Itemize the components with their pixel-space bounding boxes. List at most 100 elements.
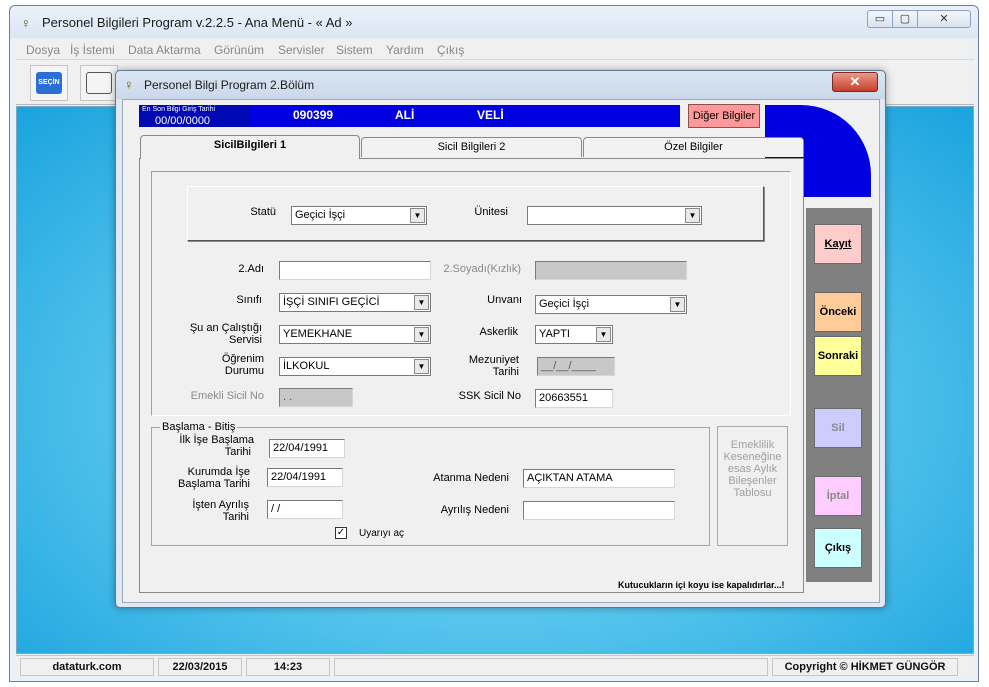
menu-gorunum[interactable]: Görünüm: [214, 43, 264, 57]
unvan-value: Geçici İşçi: [539, 298, 590, 310]
ayrilis-nedeni-label: Ayrılış Nedeni: [440, 504, 509, 516]
uyari-label: Uyarıyı aç: [359, 528, 405, 539]
status-date: 22/03/2015: [158, 658, 242, 676]
servis-label-line1: Şu an Çalıştığı: [189, 322, 262, 334]
dialog-title: Personel Bilgi Program 2.Bölüm: [144, 78, 315, 92]
statusbar: dataturk.com 22/03/2015 14:23 Copyright …: [16, 655, 974, 677]
menu-is-istemi[interactable]: İş İstemi: [70, 43, 115, 57]
ilk-ise-label-line1: İlk İşe Başlama: [179, 434, 254, 446]
dialog-lamp-icon: ♀: [124, 77, 134, 92]
last-entry-date: 00/00/0000: [155, 115, 211, 127]
ssk-sicil-label: SSK Sicil No: [458, 390, 521, 402]
ayrilis-nedeni-input[interactable]: [523, 501, 675, 520]
emeklilik-line-1: Emeklilik: [730, 439, 775, 451]
askerlik-label: Askerlik: [479, 326, 518, 338]
statu-select[interactable]: Geçici İşçi ▼: [291, 206, 427, 225]
status-time: 14:23: [246, 658, 330, 676]
iptal-button[interactable]: İptal: [814, 476, 862, 516]
atanma-input[interactable]: AÇIKTAN ATAMA: [523, 469, 675, 488]
emeklilik-line-5: Tablosu: [733, 487, 772, 499]
status-empty: [334, 658, 768, 676]
status-copyright: Copyright © HİKMET GÜNGÖR: [772, 658, 958, 676]
tab-sicil-bilgileri-1[interactable]: SicilBilgileri 1: [140, 135, 360, 159]
unvan-select[interactable]: Geçici İşçi ▼: [535, 295, 687, 314]
chevron-down-icon[interactable]: ▼: [596, 327, 611, 342]
askerlik-value: YAPTI: [539, 328, 570, 340]
sinif-value: İŞÇİ SINIFI GEÇİCİ: [283, 296, 380, 308]
dialog-close-button[interactable]: ✕: [832, 72, 878, 92]
ayrilis-label-line1: İşten Ayrılış: [192, 499, 249, 511]
cikis-button[interactable]: Çıkış: [814, 528, 862, 568]
emeklilik-line-2: Keseneğine: [723, 451, 782, 463]
unite-label: Ünitesi: [474, 206, 508, 218]
servis-label-line2: Servisi: [228, 334, 262, 346]
select-icon: SEÇİN: [36, 72, 62, 94]
chevron-down-icon[interactable]: ▼: [414, 327, 429, 342]
ogrenim-select[interactable]: İLKOKUL ▼: [279, 357, 431, 376]
app-lamp-icon: ♀: [20, 15, 32, 31]
chevron-down-icon[interactable]: ▼: [670, 297, 685, 312]
ayrilis-input[interactable]: / /: [267, 500, 343, 519]
status-site: dataturk.com: [20, 658, 154, 676]
kayit-button[interactable]: Kayıt: [814, 224, 862, 264]
soyad2-input: [535, 261, 687, 280]
sil-button[interactable]: Sil: [814, 408, 862, 448]
ssk-sicil-input[interactable]: 20663551: [535, 389, 613, 408]
uyari-checkbox[interactable]: ✓: [335, 527, 347, 539]
ad2-input[interactable]: [279, 261, 431, 280]
main-titlebar[interactable]: ♀ Personel Bilgileri Program v.2.2.5 - A…: [10, 6, 978, 38]
askerlik-select[interactable]: YAPTI ▼: [535, 325, 613, 344]
menu-sistem[interactable]: Sistem: [336, 43, 373, 57]
ilk-ise-input[interactable]: 22/04/1991: [269, 439, 345, 458]
ogrenim-value: İLKOKUL: [283, 360, 330, 372]
ilk-ise-label-line2: Tarihi: [224, 446, 251, 458]
mezuniyet-label-line1: Mezuniyet: [468, 354, 519, 366]
employee-header: En Son Bilgi Giriş Tarihi 00/00/0000 090…: [139, 105, 680, 127]
emeklilik-line-4: Bileşenler: [728, 475, 777, 487]
tab-sicil-bilgileri-2[interactable]: Sicil Bilgileri 2: [361, 137, 582, 157]
unvan-label: Unvanı: [487, 294, 522, 306]
employee-name: ALİ: [395, 108, 415, 122]
close-button[interactable]: ✕: [917, 10, 971, 28]
edit-pen-icon: [86, 72, 112, 94]
minimize-button[interactable]: ▭: [867, 10, 893, 28]
action-panel: Kayıt Önceki Sonraki Sil İptal Çıkış: [806, 208, 872, 582]
unite-select[interactable]: ▼: [527, 206, 702, 225]
menu-data-aktarma[interactable]: Data Aktarma: [128, 43, 201, 57]
last-entry-box: En Son Bilgi Giriş Tarihi 00/00/0000: [139, 105, 249, 127]
kurum-input[interactable]: 22/04/1991: [267, 468, 343, 487]
edit-button[interactable]: [80, 65, 118, 101]
sicil-number: 090399: [293, 108, 334, 122]
chevron-down-icon[interactable]: ▼: [685, 208, 700, 223]
mezuniyet-label-line2: Tarihi: [492, 366, 519, 378]
chevron-down-icon[interactable]: ▼: [414, 295, 429, 310]
maximize-button[interactable]: ▢: [892, 10, 918, 28]
menubar: Dosya İş İstemi Data Aktarma Görünüm Ser…: [16, 40, 974, 60]
sinif-select[interactable]: İŞÇİ SINIFI GEÇİCİ ▼: [279, 293, 431, 312]
tab-ozel-bilgiler[interactable]: Özel Bilgiler: [583, 137, 804, 157]
dates-group-title: Başlama - Bitiş: [160, 421, 238, 433]
select-button[interactable]: SEÇİN: [30, 65, 68, 101]
menu-dosya[interactable]: Dosya: [26, 43, 60, 57]
kurum-label-line1: Kurumda İşe: [187, 466, 250, 478]
footnote: Kutucukların içi koyu ise kapalıdırlar..…: [618, 580, 785, 590]
employee-surname: VELİ: [477, 108, 504, 122]
chevron-down-icon[interactable]: ▼: [414, 359, 429, 374]
menu-cikis[interactable]: Çıkış: [437, 43, 464, 57]
servis-select[interactable]: YEMEKHANE ▼: [279, 325, 431, 344]
atanma-label: Atanma Nedeni: [433, 472, 509, 484]
dialog-titlebar[interactable]: ♀ Personel Bilgi Program 2.Bölüm ✕: [116, 71, 885, 99]
statu-label: Statü: [250, 206, 276, 218]
emeklilik-line-3: esas Aylık: [727, 463, 778, 475]
mezuniyet-input: __/__/____: [537, 357, 615, 376]
onceki-button[interactable]: Önceki: [814, 292, 862, 332]
menu-servisler[interactable]: Servisler: [278, 43, 325, 57]
ogrenim-label-line1: Öğrenim: [221, 353, 264, 365]
sonraki-button[interactable]: Sonraki: [814, 336, 862, 376]
other-info-button[interactable]: Diğer Bilgiler: [688, 104, 760, 128]
last-entry-label: En Son Bilgi Giriş Tarihi: [142, 106, 216, 113]
menu-yardim[interactable]: Yardım: [386, 43, 424, 57]
chevron-down-icon[interactable]: ▼: [410, 208, 425, 223]
emeklilik-tablosu-button[interactable]: Emeklilik Keseneğine esas Aylık Bileşenl…: [717, 426, 788, 546]
main-window-title: Personel Bilgileri Program v.2.2.5 - Ana…: [42, 15, 353, 30]
